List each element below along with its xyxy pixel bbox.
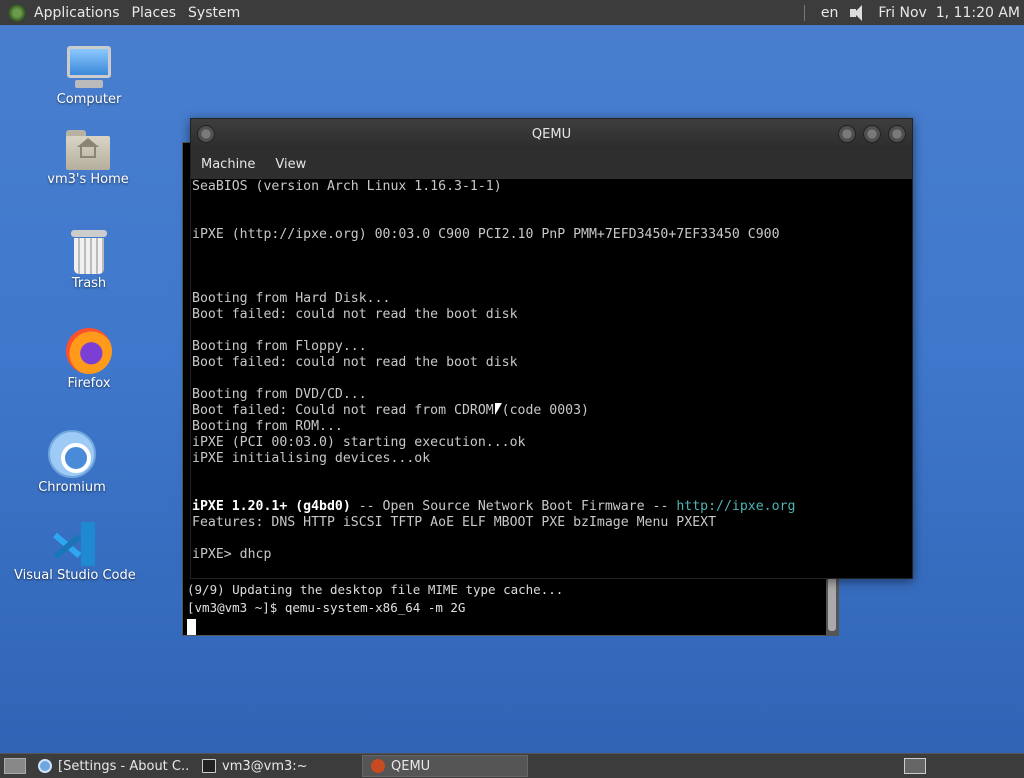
taskbar-item-terminal[interactable]: vm3@vm3:~ bbox=[194, 755, 358, 777]
taskbar-item-label: [Settings - About C... bbox=[58, 758, 190, 774]
applications-menu[interactable]: Applications bbox=[28, 5, 126, 21]
workspace-switcher[interactable] bbox=[904, 758, 926, 774]
taskbar-item-qemu[interactable]: QEMU bbox=[362, 755, 528, 777]
terminal-line: [vm3@vm3 ~]$ qemu-system-x86_64 -m 2G bbox=[187, 600, 466, 615]
boot-line bbox=[192, 531, 795, 547]
boot-line bbox=[192, 483, 795, 499]
window-title: QEMU bbox=[531, 126, 572, 142]
terminal-cursor bbox=[187, 618, 196, 635]
firefox-icon bbox=[66, 328, 112, 374]
desktop-icon-label: Visual Studio Code bbox=[14, 568, 136, 583]
boot-line bbox=[192, 195, 795, 211]
ipxe-version: iPXE 1.20.1+ (g4bd0) bbox=[192, 499, 351, 514]
window-menu-button[interactable] bbox=[197, 125, 215, 143]
desktop-icon-label: Firefox bbox=[67, 376, 111, 391]
boot-line: Boot failed: could not read the boot dis… bbox=[192, 355, 518, 370]
desktop-icon-home[interactable]: vm3's Home bbox=[40, 130, 136, 187]
boot-line: iPXE 1.20.1+ (g4bd0) -- Open Source Netw… bbox=[192, 499, 795, 515]
boot-line bbox=[192, 211, 795, 227]
minimize-button[interactable] bbox=[838, 125, 856, 143]
computer-icon bbox=[65, 46, 113, 90]
desktop-icon-label: Computer bbox=[56, 92, 122, 107]
machine-menu[interactable]: Machine bbox=[197, 157, 263, 172]
boot-line bbox=[192, 467, 795, 483]
desktop-icon-computer[interactable]: Computer bbox=[48, 46, 130, 107]
chromium-icon bbox=[38, 759, 52, 773]
trash-icon bbox=[71, 230, 107, 274]
desktop-icon-trash[interactable]: Trash bbox=[48, 230, 130, 291]
ipxe-link: http://ipxe.org bbox=[676, 499, 796, 514]
ipxe-banner-text: -- Open Source Network Boot Firmware -- bbox=[350, 499, 677, 514]
mouse-pointer-icon bbox=[495, 403, 502, 415]
desktop-icon-label: Trash bbox=[71, 276, 107, 291]
terminal-scrollbar[interactable] bbox=[826, 573, 838, 635]
qemu-icon bbox=[371, 759, 385, 773]
terminal-line: (9/9) Updating the desktop file MIME typ… bbox=[187, 582, 564, 597]
desktop-icon-chromium[interactable]: Chromium bbox=[30, 430, 114, 495]
qemu-menubar: Machine View bbox=[191, 149, 912, 179]
terminal-icon bbox=[202, 759, 216, 773]
boot-line bbox=[192, 259, 795, 275]
vm-display[interactable]: SeaBIOS (version Arch Linux 1.16.3-1-1) … bbox=[191, 179, 912, 578]
places-menu[interactable]: Places bbox=[126, 5, 183, 21]
boot-line bbox=[192, 243, 795, 259]
desktop-icon-label: vm3's Home bbox=[47, 172, 129, 187]
boot-line: iPXE (http://ipxe.org) 00:03.0 C900 PCI2… bbox=[192, 227, 780, 242]
desktop-icon-label: Chromium bbox=[38, 480, 106, 495]
close-button[interactable] bbox=[888, 125, 906, 143]
keyboard-layout-indicator[interactable]: en bbox=[821, 5, 839, 21]
clock[interactable]: Fri Nov 1, 11:20 AM bbox=[878, 5, 1020, 21]
boot-line: Booting from Floppy... bbox=[192, 339, 367, 354]
desktop-icon-vscode[interactable]: Visual Studio Code bbox=[14, 522, 136, 583]
boot-line bbox=[192, 323, 795, 339]
boot-console-output: SeaBIOS (version Arch Linux 1.16.3-1-1) … bbox=[192, 179, 795, 563]
boot-line: iPXE (PCI 00:03.0) starting execution...… bbox=[192, 435, 526, 450]
boot-line: Boot failed: Could not read from CDROM (… bbox=[192, 403, 589, 418]
desktop-icon-firefox[interactable]: Firefox bbox=[48, 328, 130, 391]
boot-line: Booting from DVD/CD... bbox=[192, 387, 367, 402]
boot-line: iPXE initialising devices...ok bbox=[192, 451, 431, 466]
terminal-output: (9/9) Updating the desktop file MIME typ… bbox=[187, 581, 563, 635]
show-desktop-button[interactable] bbox=[4, 758, 26, 774]
boot-line bbox=[192, 275, 795, 291]
qemu-window[interactable]: QEMU Machine View SeaBIOS (version Arch … bbox=[190, 118, 913, 579]
qemu-titlebar[interactable]: QEMU bbox=[191, 119, 912, 149]
boot-line: iPXE> dhcp bbox=[192, 547, 272, 562]
boot-line: Features: DNS HTTP iSCSI TFTP AoE ELF MB… bbox=[192, 515, 717, 530]
boot-line: SeaBIOS (version Arch Linux 1.16.3-1-1) bbox=[192, 179, 502, 194]
mate-logo-icon[interactable] bbox=[8, 3, 26, 22]
home-folder-icon bbox=[66, 130, 110, 170]
taskbar-item-settings[interactable]: [Settings - About C... bbox=[30, 755, 190, 777]
view-menu[interactable]: View bbox=[271, 157, 314, 172]
boot-line: Booting from ROM... bbox=[192, 419, 343, 434]
taskbar-item-label: QEMU bbox=[391, 758, 431, 774]
taskbar-item-label: vm3@vm3:~ bbox=[222, 758, 308, 774]
chromium-icon bbox=[48, 430, 96, 478]
maximize-button[interactable] bbox=[863, 125, 881, 143]
boot-line: Booting from Hard Disk... bbox=[192, 291, 391, 306]
vscode-icon bbox=[53, 522, 95, 566]
panel-separator bbox=[803, 4, 805, 21]
top-panel: Applications Places System en Fri Nov 1,… bbox=[0, 0, 1024, 25]
bottom-taskbar: [Settings - About C... vm3@vm3:~ QEMU bbox=[0, 753, 1024, 778]
boot-line: Boot failed: could not read the boot dis… bbox=[192, 307, 518, 322]
volume-icon[interactable] bbox=[848, 4, 868, 22]
system-menu[interactable]: System bbox=[182, 5, 246, 21]
boot-line bbox=[192, 371, 795, 387]
